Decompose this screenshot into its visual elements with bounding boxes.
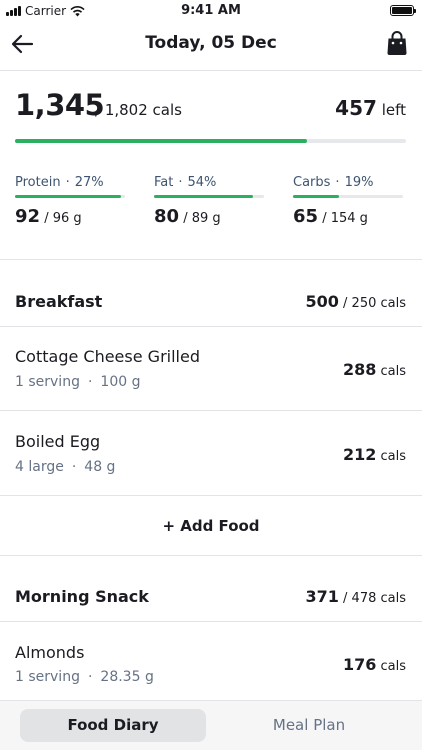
row-divider	[0, 495, 422, 496]
macro-progress-fill	[293, 195, 340, 198]
calories-goal: / 1,802 cals	[95, 101, 182, 119]
calorie-progress-fill	[15, 139, 307, 143]
calories-left-label: left	[381, 101, 406, 119]
macro-fat: Fat · 54% 80 / 89 g	[154, 175, 264, 227]
summary-divider	[0, 259, 422, 260]
status-bar: Carrier 9:41 AM	[0, 0, 422, 22]
macro-value: 80	[154, 206, 180, 227]
macro-name: Carbs	[293, 175, 331, 190]
food-portion: 1 serving · 28.35 g	[15, 669, 154, 685]
row-divider	[0, 621, 422, 622]
food-calories: 288 cals	[343, 360, 406, 379]
section-calories-morning-snack: 371 / 478 cals	[305, 587, 406, 606]
section-title-breakfast[interactable]: Breakfast	[15, 292, 102, 311]
section-cal-value: 371	[305, 587, 339, 606]
macro-percent: 27%	[74, 175, 104, 190]
macro-progress-bar	[154, 195, 264, 198]
macro-value: 92	[15, 206, 41, 227]
macro-name: Protein	[15, 175, 61, 190]
section-cal-goal: / 478 cals	[343, 591, 406, 606]
macro-progress-bar	[15, 195, 125, 198]
section-calories-breakfast: 500 / 250 cals	[305, 292, 406, 311]
tab-food-diary[interactable]: Food Diary	[20, 709, 206, 742]
food-name: Cottage Cheese Grilled	[15, 347, 200, 366]
food-weight: 28.35 g	[100, 669, 154, 685]
shopping-bag-icon[interactable]	[386, 30, 408, 56]
add-food-button[interactable]: + Add Food	[0, 512, 422, 540]
food-name: Almonds	[15, 643, 85, 662]
battery-icon	[390, 5, 416, 16]
food-cal-unit: cals	[380, 449, 407, 464]
calories-left-value: 457	[335, 96, 377, 120]
calorie-progress-bar	[15, 139, 406, 143]
row-divider	[0, 326, 422, 327]
macro-carbs: Carbs · 19% 65 / 154 g	[293, 175, 403, 227]
macro-name: Fat	[154, 175, 174, 190]
food-cal-value: 212	[342, 445, 377, 464]
food-calories: 212 cals	[343, 445, 406, 464]
food-amount: 1 serving	[15, 374, 80, 390]
food-weight: 48 g	[84, 459, 116, 475]
section-cal-value: 500	[305, 292, 339, 311]
food-calories: 176 cals	[343, 655, 406, 674]
macro-protein: Protein · 27% 92 / 96 g	[15, 175, 125, 227]
macro-percent: 54%	[187, 175, 217, 190]
section-cal-goal: / 250 cals	[343, 296, 406, 311]
food-cal-value: 288	[342, 360, 377, 379]
macro-goal: / 89 g	[183, 211, 221, 226]
calories-consumed: 1,345	[15, 88, 105, 122]
nav-bar: Today, 05 Dec	[0, 24, 422, 64]
food-amount: 4 large	[15, 459, 64, 475]
section-title-morning-snack[interactable]: Morning Snack	[15, 587, 149, 606]
food-weight: 100 g	[100, 374, 141, 390]
food-cal-unit: cals	[380, 364, 407, 379]
section-divider	[0, 555, 422, 556]
macro-goal: / 154 g	[322, 211, 368, 226]
food-cal-unit: cals	[380, 659, 407, 674]
header-divider	[0, 70, 422, 71]
macro-goal: / 96 g	[44, 211, 82, 226]
row-divider	[0, 410, 422, 411]
macro-progress-bar	[293, 195, 403, 198]
food-name: Boiled Egg	[15, 432, 101, 451]
tab-meal-plan[interactable]: Meal Plan	[216, 709, 402, 742]
food-portion: 4 large · 48 g	[15, 459, 116, 475]
calories-left: 457 left	[335, 96, 406, 120]
macro-progress-fill	[154, 195, 253, 198]
food-amount: 1 serving	[15, 669, 80, 685]
status-time: 9:41 AM	[181, 3, 241, 18]
page-title: Today, 05 Dec	[145, 33, 277, 53]
macro-value: 65	[293, 206, 319, 227]
macro-percent: 19%	[344, 175, 374, 190]
tab-bar: Food Diary Meal Plan	[0, 700, 422, 750]
food-cal-value: 176	[342, 655, 377, 674]
macro-progress-fill	[15, 195, 121, 198]
food-portion: 1 serving · 100 g	[15, 374, 141, 390]
